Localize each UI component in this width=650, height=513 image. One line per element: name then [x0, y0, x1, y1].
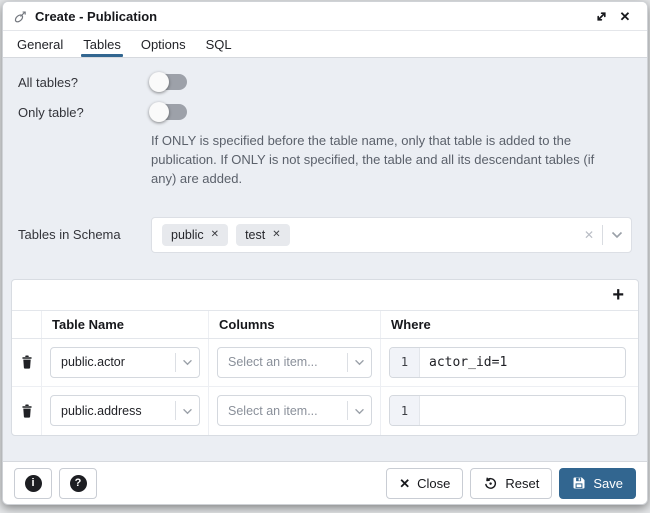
info-icon: i: [25, 475, 42, 492]
delete-row-icon[interactable]: [12, 387, 42, 435]
where-editor[interactable]: 1 actor_id=1: [389, 347, 626, 378]
dialog-help-button[interactable]: ?: [59, 468, 97, 499]
chip-label: public: [171, 228, 204, 242]
save-button[interactable]: Save: [559, 468, 636, 499]
tab-tables[interactable]: Tables: [73, 31, 131, 57]
all-tables-label: All tables?: [18, 72, 151, 90]
header-blank-cell: [12, 311, 42, 338]
chevron-down-icon: [354, 355, 365, 369]
columns-select[interactable]: Select an item...: [217, 347, 372, 378]
table-name-select[interactable]: public.actor: [50, 347, 200, 378]
tables-in-schema-label: Tables in Schema: [18, 227, 151, 242]
only-table-help-text: If ONLY is specified before the table na…: [151, 132, 623, 189]
divider: [347, 353, 348, 372]
clear-selection-icon[interactable]: ✕: [584, 229, 594, 241]
chip-remove-icon[interactable]: ✕: [272, 230, 280, 240]
chip-public[interactable]: public ✕: [162, 224, 228, 246]
table-name-select[interactable]: public.address: [50, 395, 200, 426]
chevron-down-icon: [354, 404, 365, 418]
dialog-titlebar: Create - Publication ✕: [3, 2, 647, 31]
columns-select[interactable]: Select an item...: [217, 395, 372, 426]
selected-value: public.actor: [61, 355, 175, 369]
save-icon: [572, 476, 586, 490]
toggle-knob: [149, 102, 169, 122]
header-columns: Columns: [209, 311, 381, 338]
tab-options[interactable]: Options: [131, 31, 196, 57]
reset-icon: [483, 476, 498, 491]
close-icon: ✕: [399, 477, 410, 490]
chip-remove-icon[interactable]: ✕: [211, 230, 219, 240]
tables-in-schema-select[interactable]: public ✕ test ✕ ✕: [151, 217, 632, 253]
only-table-label: Only table?: [18, 102, 151, 189]
divider: [602, 225, 603, 245]
close-button[interactable]: ✕ Close: [386, 468, 463, 499]
selected-value: public.address: [61, 404, 175, 418]
tab-general[interactable]: General: [7, 31, 73, 57]
line-number: 1: [390, 396, 420, 425]
tables-in-schema-row: Tables in Schema public ✕ test ✕ ✕: [18, 217, 632, 253]
chevron-down-icon[interactable]: [611, 226, 623, 244]
grid-toolbar: +: [12, 280, 638, 311]
table-row: public.address Select an item...: [12, 387, 638, 435]
where-code[interactable]: [420, 396, 625, 425]
create-publication-dialog: Create - Publication ✕ General Tables Op…: [2, 1, 648, 505]
where-code[interactable]: actor_id=1: [420, 348, 625, 377]
reset-button[interactable]: Reset: [470, 468, 552, 499]
dialog-tabs: General Tables Options SQL: [3, 31, 647, 58]
select-placeholder: Select an item...: [228, 404, 347, 418]
chip-list: public ✕ test ✕: [162, 224, 584, 246]
multiselect-controls: ✕: [584, 225, 623, 245]
dialog-footer: i ? ✕ Close Reset: [3, 461, 647, 504]
all-tables-toggle[interactable]: [151, 74, 187, 90]
close-icon[interactable]: ✕: [613, 5, 637, 27]
chevron-down-icon: [182, 355, 193, 369]
toggle-knob: [149, 72, 169, 92]
divider: [175, 401, 176, 420]
expand-icon[interactable]: [589, 5, 613, 27]
chip-label: test: [245, 228, 265, 242]
publication-icon: [13, 9, 28, 24]
only-table-toggle[interactable]: [151, 104, 187, 120]
tab-sql[interactable]: SQL: [196, 31, 242, 57]
table-row: public.actor Select an item...: [12, 339, 638, 387]
select-placeholder: Select an item...: [228, 355, 347, 369]
add-row-button[interactable]: +: [610, 285, 626, 305]
divider: [347, 401, 348, 420]
delete-row-icon[interactable]: [12, 339, 42, 386]
divider: [175, 353, 176, 372]
chip-test[interactable]: test ✕: [236, 224, 290, 246]
where-editor[interactable]: 1: [389, 395, 626, 426]
chevron-down-icon: [182, 404, 193, 418]
tables-grid: + Table Name Columns Where: [11, 279, 639, 436]
help-icon: ?: [70, 475, 87, 492]
dialog-content: All tables? Only table? If ONLY is speci…: [3, 58, 647, 461]
all-tables-row: All tables?: [18, 72, 632, 90]
line-number: 1: [390, 348, 420, 377]
grid-header: Table Name Columns Where: [12, 311, 638, 339]
dialog-title: Create - Publication: [35, 9, 157, 24]
sql-help-button[interactable]: i: [14, 468, 52, 499]
only-table-row: Only table? If ONLY is specified before …: [18, 102, 632, 189]
header-table-name: Table Name: [42, 311, 209, 338]
header-where: Where: [381, 311, 638, 338]
